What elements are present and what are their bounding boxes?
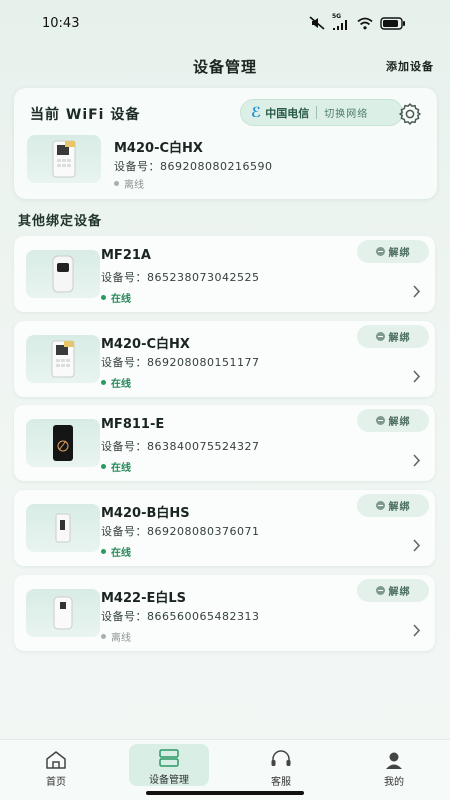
tab-home[interactable]: 首页 [16,744,96,788]
device-status: 在线 [101,375,131,390]
device-number: 设备号：869208080376071 [101,525,260,538]
device-name: MF811-E [101,417,165,432]
switch-network-button[interactable]: 切换网络 [324,105,368,120]
status-dot [101,464,106,469]
unbind-button[interactable]: 解绑 [357,579,429,602]
unbind-button[interactable]: 解绑 [357,409,429,432]
current-device-name: M420-C白HX [114,141,203,156]
tab-profile[interactable]: 我的 [354,744,434,788]
device-number: 设备号：865238073042525 [101,271,260,284]
device-name: M420-C白HX [101,337,190,352]
carrier-name: 中国电信 [265,106,310,120]
device-thumbnail [27,135,101,183]
chevron-right-icon[interactable] [412,624,421,637]
battery-icon [380,16,405,30]
chevron-right-icon[interactable] [412,370,421,383]
device-card[interactable]: M420-C白HX 设备号：869208080151177 在线 解绑 [14,321,435,397]
device-status: 在线 [101,544,131,559]
tab-customer-service[interactable]: 客服 [241,744,321,788]
minus-circle-icon [375,501,385,510]
tab-label: 首页 [46,777,66,788]
minus-circle-icon [375,416,385,425]
unbind-button[interactable]: 解绑 [357,240,429,263]
device-name: M420-B白HS [101,506,190,521]
chevron-right-icon[interactable] [412,539,421,552]
device-card[interactable]: M420-B白HS 设备号：869208080376071 在线 解绑 [14,490,435,566]
add-device-button[interactable]: 添加设备 [386,58,434,74]
chevron-right-icon[interactable] [412,285,421,298]
unbind-label: 解绑 [388,417,411,428]
status-dot [101,295,106,300]
minus-circle-icon [375,247,385,256]
device-number: 设备号：866560065482313 [101,610,260,623]
status-label: 离线 [111,633,131,644]
carrier-logo-icon: ℰ [251,104,262,121]
device-card[interactable]: M422-E白LS 设备号：866560065482313 离线 解绑 [14,575,435,651]
device-thumbnail [26,589,100,637]
unbind-button[interactable]: 解绑 [357,494,429,517]
signal-icon: 5G [332,13,350,30]
minus-circle-icon [375,586,385,595]
tab-label: 设备管理 [149,775,189,786]
device-number: 设备号：869208080151177 [101,356,260,369]
device-number: 设备号：863840075524327 [101,440,260,453]
current-device-number: 设备号：869208080216590 [114,160,273,173]
status-label: 在线 [111,294,131,305]
status-icons: 5G [309,13,406,30]
device-thumbnail [26,335,100,383]
status-label: 在线 [111,548,131,559]
home-icon [46,751,66,769]
device-card[interactable]: MF21A 设备号：865238073042525 在线 解绑 [14,236,435,312]
device-status: 离线 [101,629,131,644]
current-device-status: 离线 [114,176,144,191]
page-title: 设备管理 [192,57,257,76]
status-dot [114,181,119,186]
tab-label: 客服 [271,777,291,788]
device-name: M422-E白LS [101,591,186,606]
device-name: MF21A [101,248,151,263]
status-label: 在线 [111,379,131,390]
nav-bar: 设备管理 添加设备 [0,50,450,82]
tab-device-management[interactable]: 设备管理 [129,744,209,786]
minus-circle-icon [375,332,385,341]
device-status: 在线 [101,290,131,305]
wifi-icon [357,17,373,29]
status-label: 离线 [124,180,144,191]
status-dot [101,549,106,554]
pill-divider [316,106,318,119]
unbind-button[interactable]: 解绑 [357,325,429,348]
unbind-label: 解绑 [388,248,411,259]
device-thumbnail [26,504,100,552]
status-dot [101,634,106,639]
device-card[interactable]: MF811-E 设备号：863840075524327 在线 解绑 [14,405,435,481]
status-bar: 10:43 5G [0,0,450,46]
current-device-card: 当前 WiFi 设备 ℰ 中国电信 切换网络 M420-C白HX 设备号：869… [14,88,437,199]
user-icon [386,752,402,769]
headset-icon [271,750,291,766]
carrier-switch-pill[interactable]: ℰ 中国电信 切换网络 [240,99,403,126]
status-time: 10:43 [42,15,80,31]
device-list-icon [159,749,179,767]
device-thumbnail [26,250,100,298]
unbind-label: 解绑 [388,502,411,513]
device-thumbnail [26,419,100,467]
other-devices-title: 其他绑定设备 [18,214,103,229]
home-indicator [146,791,304,795]
settings-gear-icon[interactable] [397,101,423,127]
chevron-right-icon[interactable] [412,454,421,467]
unbind-label: 解绑 [388,333,411,344]
status-dot [101,380,106,385]
tab-label: 我的 [384,777,404,788]
device-status: 在线 [101,459,131,474]
current-device-title: 当前 WiFi 设备 [30,107,141,123]
status-label: 在线 [111,463,131,474]
unbind-label: 解绑 [388,587,411,598]
mute-icon [309,16,325,30]
